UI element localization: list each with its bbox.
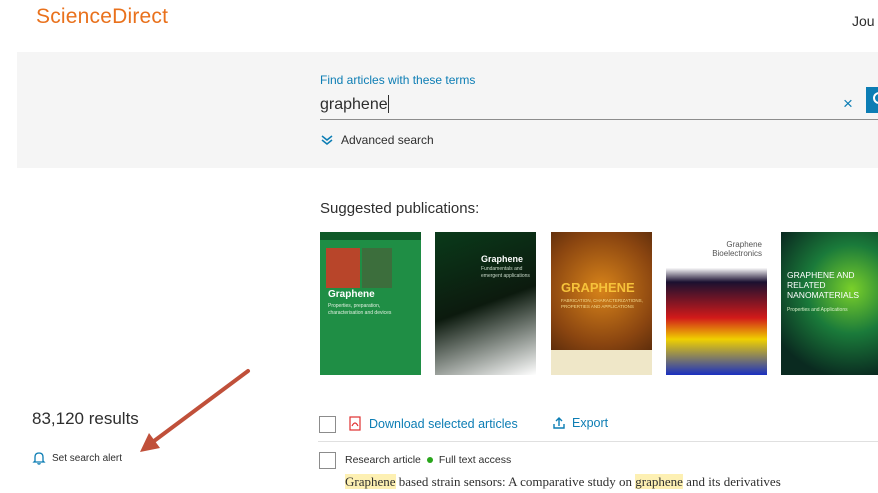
export-button[interactable]: Export	[552, 416, 608, 430]
download-selected-button[interactable]: Download selected articles	[348, 416, 518, 431]
pdf-icon	[349, 416, 361, 431]
export-icon	[553, 417, 565, 429]
access-label: Full text access	[438, 454, 512, 466]
full-text-access-dot	[426, 457, 433, 463]
result-meta: Research article Full text access	[345, 454, 511, 466]
article-type: Research article	[345, 454, 421, 466]
result-checkbox[interactable]	[319, 452, 336, 469]
title-text: based strain sensors: A comparative stud…	[395, 474, 636, 489]
result-title-link[interactable]: Graphene based strain sensors: A compara…	[345, 474, 781, 490]
title-highlight: Graphene	[345, 474, 396, 489]
title-highlight: graphene	[635, 474, 683, 489]
select-all-checkbox[interactable]	[319, 416, 336, 433]
divider	[318, 441, 878, 442]
title-text: and its derivatives	[682, 474, 781, 489]
download-selected-label: Download selected articles	[369, 416, 518, 431]
export-label: Export	[572, 416, 609, 430]
